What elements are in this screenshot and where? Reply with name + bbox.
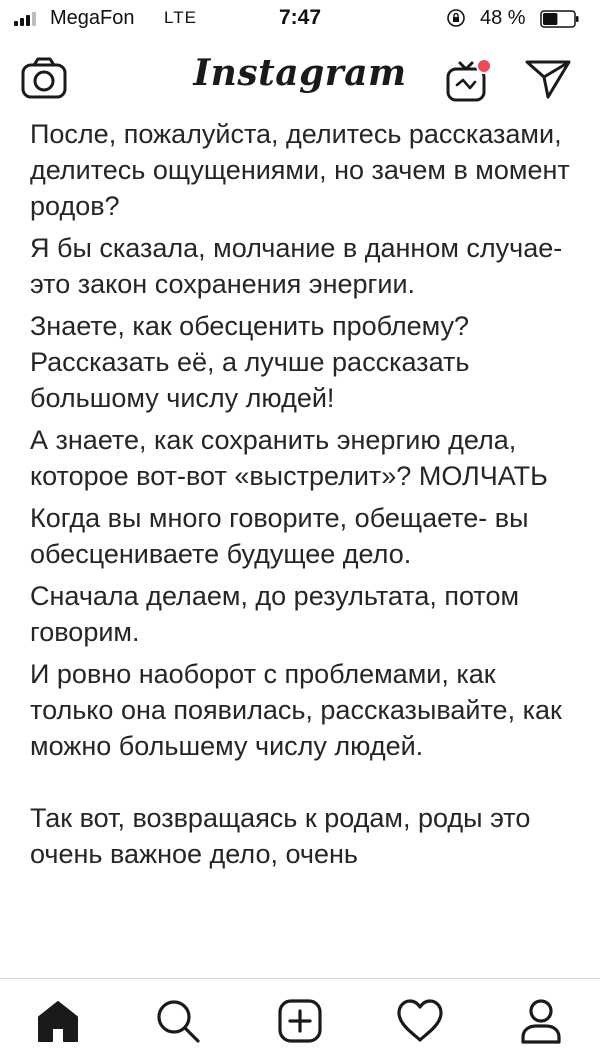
add-post-icon [278,999,322,1043]
rotation-lock-icon [447,9,465,27]
tab-activity[interactable] [396,997,444,1045]
caption-paragraph: Когда вы много говорите, обещаете- вы об… [30,503,529,569]
tab-search[interactable] [154,997,202,1045]
battery-icon [540,10,579,28]
status-bar: MegaFon LTE 7:47 48 % [0,0,600,40]
caption-paragraph: А знаете, как сохранить энергию дела, ко… [30,425,548,491]
tab-new-post[interactable] [276,997,324,1045]
instagram-logo: Instagram [193,52,407,94]
tab-profile[interactable] [517,997,565,1045]
direct-message-icon[interactable] [524,58,572,100]
heart-icon [397,999,443,1042]
battery-percent: 48 % [480,7,526,29]
app-header: Instagram [0,40,600,116]
post-caption-container: После, пожалуйста, делитесь рассказами, … [0,116,600,978]
profile-icon [521,999,561,1044]
caption-paragraph: Так вот, возвращаясь к родам, роды это о… [30,803,531,869]
tab-home[interactable] [34,997,82,1045]
caption-paragraph: Я бы сказала, молчание в данном случае- … [30,233,563,299]
post-caption: После, пожалуйста, делитесь рассказами, … [0,116,600,872]
caption-paragraph: И ровно наоборот с проблемами, как тольк… [30,659,562,761]
home-icon [38,1001,78,1042]
caption-paragraph: Знаете, как обесценить проблему? Рассказ… [30,311,470,413]
bottom-tab-bar [0,978,600,1064]
caption-paragraph: Сначала делаем, до результата, потом гов… [30,581,520,647]
igtv-icon[interactable] [444,54,494,104]
caption-paragraph: После, пожалуйста, делитесь рассказами, … [30,119,570,221]
search-icon [157,1000,200,1043]
